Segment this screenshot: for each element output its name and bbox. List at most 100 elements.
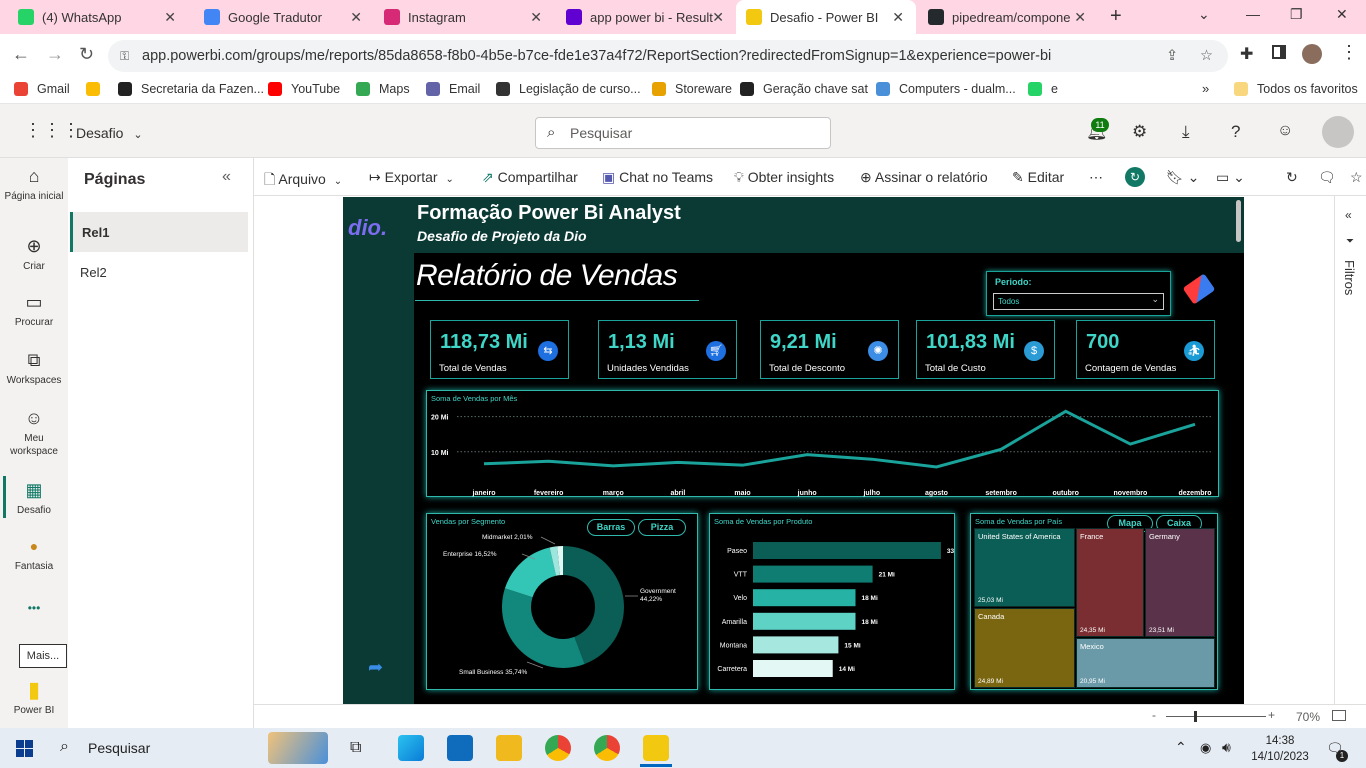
page-item-rel2[interactable]: Rel2 <box>70 252 248 292</box>
canvas-scrollbar[interactable] <box>1236 200 1241 242</box>
rail-item[interactable]: ▭ Procurar <box>0 292 68 329</box>
period-dropdown[interactable]: Todos ⌄ <box>993 293 1164 310</box>
browser-tab[interactable]: Desafio - Power BI ✕ <box>736 0 916 34</box>
teams-chat-button[interactable]: ▣ Chat no Teams <box>602 169 713 186</box>
close-tab-icon[interactable]: ✕ <box>350 9 362 26</box>
bookmark-item[interactable]: Maps <box>356 82 410 96</box>
rail-item[interactable]: ⊕ Criar <box>0 236 68 273</box>
extensions-icon[interactable]: ✚ <box>1240 44 1253 64</box>
collapse-pages-icon[interactable]: « <box>222 168 231 186</box>
all-bookmarks-folder[interactable]: Todos os favoritos <box>1234 82 1358 96</box>
reload-icon[interactable]: ↻ <box>79 44 94 65</box>
share-icon[interactable]: ⇪ <box>1166 40 1178 72</box>
url-input[interactable]: ⚿ app.powerbi.com/groups/me/reports/85da… <box>108 40 1228 72</box>
network-icon[interactable]: ◉ <box>1200 740 1211 756</box>
rail-item[interactable]: ● Fantasia <box>0 536 68 573</box>
account-avatar[interactable] <box>1322 116 1354 148</box>
workspace-selector[interactable]: Desafio ⌄ <box>76 125 143 141</box>
file-menu[interactable]: 🗋︎ Arquivo ⌄ <box>264 169 342 193</box>
new-tab-button[interactable]: + <box>1110 5 1122 28</box>
file-explorer-icon[interactable] <box>496 735 522 761</box>
export-menu[interactable]: ↦ Exportar ⌄ <box>369 169 454 186</box>
zoom-out-button[interactable]: - <box>1152 708 1156 722</box>
download-icon[interactable]: ⤓ <box>1182 122 1190 142</box>
chrome-profile-icon[interactable] <box>594 735 620 761</box>
filters-pane[interactable]: « ⏷ Filtros <box>1334 196 1366 704</box>
zoom-slider-thumb[interactable] <box>1194 711 1197 722</box>
navigate-arrow-icon[interactable]: ➦ <box>368 657 383 678</box>
bookmark-item[interactable]: Geração chave sat <box>740 82 868 96</box>
browser-tab[interactable]: pipedream/compone ✕ <box>918 0 1098 34</box>
rail-item[interactable]: ▮ Power BI <box>0 679 68 717</box>
bookmark-item[interactable]: Gmail <box>14 82 70 96</box>
bookmark-item[interactable]: Legislação de curso... <box>496 82 641 96</box>
bookmark-item[interactable] <box>86 82 109 96</box>
comment-icon[interactable]: 🗨︎ <box>1318 169 1336 186</box>
site-info-icon[interactable]: ⚿ <box>120 40 129 72</box>
widget-art-icon[interactable] <box>268 732 328 764</box>
chrome-icon[interactable] <box>545 735 571 761</box>
rail-item[interactable]: ••• Mais... <box>0 598 68 668</box>
browser-tab[interactable]: Google Tradutor ✕ <box>194 0 374 34</box>
mail-icon[interactable] <box>447 735 473 761</box>
settings-icon[interactable]: ⚙ <box>1132 122 1147 142</box>
clock[interactable]: 14:38 14/10/2023 <box>1246 733 1314 765</box>
zoom-level[interactable]: 70% <box>1296 710 1320 724</box>
expand-filters-icon[interactable]: « <box>1345 208 1352 222</box>
close-tab-icon[interactable]: ✕ <box>1074 9 1086 26</box>
close-tab-icon[interactable]: ✕ <box>164 9 176 26</box>
minimize-button[interactable]: — <box>1246 6 1260 22</box>
close-tab-icon[interactable]: ✕ <box>712 9 724 26</box>
back-icon[interactable]: ← <box>12 44 30 65</box>
browser-tab[interactable]: Instagram ✕ <box>374 0 554 34</box>
bookmark-item[interactable]: Computers - dualm... <box>876 82 1016 96</box>
rail-item[interactable]: ☺ Meu workspace <box>0 408 68 458</box>
insights-button[interactable]: 💡︎ Obter insights <box>734 169 834 186</box>
feedback-icon[interactable]: ☺ <box>1277 122 1293 140</box>
page-item-rel1[interactable]: Rel1 <box>70 212 248 252</box>
browser-tab[interactable]: app power bi - Result ✕ <box>556 0 736 34</box>
edge-icon[interactable] <box>398 735 424 761</box>
forward-icon[interactable]: → <box>46 44 64 65</box>
bookmark-item[interactable]: Secretaria da Fazen... <box>118 82 264 96</box>
more-options-icon[interactable]: ⋯ <box>1089 169 1103 186</box>
bookmarks-overflow-icon[interactable]: » <box>1202 81 1209 96</box>
windows-start-icon[interactable] <box>16 740 33 757</box>
refresh-icon[interactable]: ↻ <box>1286 169 1298 186</box>
maximize-button[interactable]: ❐ <box>1290 6 1303 23</box>
task-view-icon[interactable]: ⧉ <box>350 739 361 757</box>
browser-tab[interactable]: (4) WhatsApp ✕ <box>8 0 188 34</box>
share-button[interactable]: ⇗ Compartilhar <box>482 169 578 186</box>
edit-button[interactable]: ✎ Editar <box>1012 169 1064 186</box>
bookmark-star-icon[interactable]: ☆ <box>1200 40 1213 72</box>
profile-avatar[interactable] <box>1302 44 1322 64</box>
bookmark-item[interactable]: Storeware <box>652 82 732 96</box>
refresh-visual-icon[interactable]: ↻ <box>1125 167 1145 187</box>
app-launcher-icon[interactable]: ⋮⋮⋮ <box>24 120 81 141</box>
browser-menu-icon[interactable]: ⋮ <box>1340 42 1358 63</box>
side-panel-icon[interactable] <box>1272 45 1286 59</box>
rail-item[interactable]: ▦ Desafio <box>0 480 68 517</box>
view-icon[interactable]: ▭ ⌄ <box>1216 169 1245 186</box>
tab-search-icon[interactable]: ⌄ <box>1198 6 1210 23</box>
bookmark-item[interactable]: e <box>1028 82 1058 96</box>
powerbi-taskbar-icon[interactable] <box>643 735 669 761</box>
search-input[interactable]: ⌕ Pesquisar <box>535 117 831 149</box>
help-icon[interactable]: ? <box>1231 122 1240 142</box>
rail-item[interactable]: ⧉ Workspaces <box>0 350 68 387</box>
rail-item[interactable]: ⌂ Página inicial <box>0 166 68 203</box>
zoom-slider[interactable] <box>1166 716 1266 717</box>
zoom-in-button[interactable]: + <box>1268 708 1275 722</box>
volume-icon[interactable]: 🔊︎ <box>1222 739 1231 756</box>
subscribe-button[interactable]: ⊕ Assinar o relatório <box>860 169 988 186</box>
close-tab-icon[interactable]: ✕ <box>530 9 542 26</box>
close-window-button[interactable]: ✕ <box>1336 6 1348 23</box>
close-tab-icon[interactable]: ✕ <box>892 9 904 26</box>
bookmark-item[interactable]: Email <box>426 82 480 96</box>
eraser-icon[interactable] <box>1182 273 1216 305</box>
fit-to-page-icon[interactable] <box>1332 710 1346 721</box>
bookmark-item[interactable]: YouTube <box>268 82 340 96</box>
favorite-icon[interactable]: ☆ <box>1350 169 1363 186</box>
tray-chevron-icon[interactable]: ⌃ <box>1175 739 1187 756</box>
bookmark-icon[interactable]: 🔖︎ ⌄ <box>1166 169 1199 186</box>
